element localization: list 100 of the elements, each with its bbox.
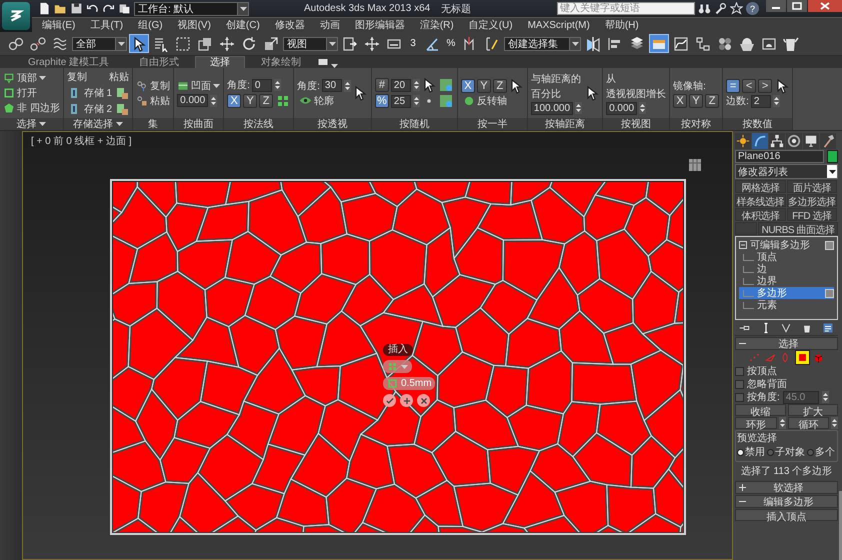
paste-icon[interactable] xyxy=(136,94,148,106)
stack-item[interactable]: 可编辑多边形 xyxy=(750,238,822,252)
number-field[interactable]: 30 xyxy=(322,79,342,92)
modifier-button[interactable]: FFD 选择 xyxy=(786,208,837,221)
wrench-icon[interactable] xyxy=(714,2,727,15)
pick-button[interactable] xyxy=(352,86,368,100)
modifier-button[interactable]: 多边形选择 xyxy=(786,194,837,207)
viewport[interactable]: [ + 0 前 0 线框 + 边面 ] 插入 0.5mm xyxy=(22,131,733,560)
random-mode-button[interactable]: # xyxy=(374,78,389,92)
number-field[interactable]: 0.000 xyxy=(177,94,208,107)
star-icon[interactable] xyxy=(730,2,743,15)
menu-item[interactable]: MAXScript(M) xyxy=(528,20,590,30)
radio-button[interactable] xyxy=(807,448,814,456)
pentagon-icon[interactable] xyxy=(3,102,15,114)
selection-filter-dropdown[interactable]: 全部 xyxy=(72,36,127,50)
ribbon-tab[interactable]: Graphite 建模工具 xyxy=(14,57,124,68)
ribbon-command[interactable]: 复制 xyxy=(150,78,170,92)
workspace-dropdown[interactable]: 工作台: 默认 xyxy=(134,2,249,16)
number-field[interactable]: 20 xyxy=(390,78,411,92)
help-button[interactable]: ? xyxy=(746,2,759,15)
spinner-icon[interactable] xyxy=(412,79,420,91)
grid-button[interactable] xyxy=(275,93,290,108)
group-label[interactable]: 按对称 xyxy=(681,117,712,131)
copy-icon[interactable] xyxy=(136,80,148,92)
number-field[interactable]: 2 xyxy=(750,94,771,108)
modifier-button[interactable]: 面片选择 xyxy=(786,180,837,193)
spinner-icon[interactable] xyxy=(778,417,786,429)
number-field[interactable]: 0.000 xyxy=(606,102,638,114)
spinner-icon[interactable] xyxy=(274,79,281,91)
collapse-icon[interactable] xyxy=(739,241,747,249)
select-button[interactable] xyxy=(129,34,149,53)
insert-vertex-button[interactable]: 插入顶点 xyxy=(735,509,838,521)
spinner-icon[interactable] xyxy=(822,391,829,403)
manipulate-button[interactable] xyxy=(362,34,382,53)
spinner-icon[interactable] xyxy=(575,102,582,114)
new-file-icon[interactable] xyxy=(38,2,51,15)
panel-button[interactable]: 环形 xyxy=(735,417,776,429)
named-selection-dropdown[interactable]: 创建选择集 xyxy=(504,36,581,50)
radio-button[interactable] xyxy=(737,448,744,456)
group-label[interactable]: 按随机 xyxy=(399,117,430,131)
group-label[interactable]: 按轴距离 xyxy=(544,117,585,131)
command-tab[interactable] xyxy=(820,133,836,149)
panel-button[interactable]: 收缩 xyxy=(735,404,786,416)
command-tab[interactable] xyxy=(786,133,802,149)
random-select-button[interactable] xyxy=(438,78,454,92)
axis-button[interactable]: X xyxy=(673,94,688,108)
group-label[interactable]: 集 xyxy=(148,117,158,131)
menu-item[interactable]: 修改器 xyxy=(274,18,305,32)
stack-subitem[interactable]: 边 xyxy=(739,263,834,275)
panel-button[interactable]: 循环 xyxy=(788,417,829,429)
menu-item[interactable]: 自定义(U) xyxy=(468,18,513,32)
checkbox[interactable] xyxy=(735,380,744,388)
project-icon[interactable] xyxy=(118,2,131,15)
ribbon-tab[interactable]: 选择 xyxy=(195,56,246,68)
command-tab[interactable] xyxy=(735,133,751,149)
number-field[interactable]: 100.000 xyxy=(530,102,574,114)
pick-button[interactable] xyxy=(422,78,437,92)
group-label[interactable]: 选择 xyxy=(16,117,36,131)
save-icon[interactable] xyxy=(70,2,83,15)
compare-button[interactable]: < xyxy=(742,78,756,92)
subobject-button[interactable] xyxy=(796,351,809,364)
command-tab[interactable] xyxy=(769,133,785,149)
group-label[interactable]: 按透视 xyxy=(318,117,348,131)
outline-checkbox[interactable]: 轮廓 xyxy=(297,94,351,108)
axis-button[interactable]: Z xyxy=(492,78,507,92)
binoculars-icon[interactable] xyxy=(698,2,711,15)
stack-subitem[interactable]: 多边形 xyxy=(739,287,834,299)
group-label[interactable]: 按法线 xyxy=(244,117,274,131)
rollout-header[interactable]: 选择 xyxy=(735,337,838,350)
ribbon-command[interactable]: 非 四边形 xyxy=(17,101,60,115)
stack-subitem[interactable]: 边界 xyxy=(739,275,834,287)
modifier-button[interactable]: 样条线选择 xyxy=(735,194,786,207)
ribbon-command[interactable]: 粘贴 xyxy=(150,94,170,108)
configure-icon[interactable] xyxy=(822,322,834,334)
ribbon-toggle-button[interactable] xyxy=(649,34,669,53)
percent-snap-button[interactable]: % xyxy=(444,34,458,53)
axis-button[interactable]: Y xyxy=(689,94,704,108)
compare-button[interactable]: > xyxy=(758,78,772,92)
modifier-button[interactable]: NURBS 曲面选择 xyxy=(758,222,838,235)
modifier-list-dropdown[interactable]: 修改器列表 xyxy=(735,164,838,179)
move-button[interactable] xyxy=(217,34,237,53)
spinner-icon[interactable] xyxy=(412,95,420,107)
stack-subitem[interactable]: 元素 xyxy=(739,299,834,311)
light-bulb-icon[interactable] xyxy=(825,240,834,250)
subobject-button[interactable] xyxy=(812,351,825,364)
panel-button[interactable]: 扩大 xyxy=(788,404,838,416)
command-tab[interactable] xyxy=(803,133,819,149)
menu-item[interactable]: 视图(V) xyxy=(178,18,211,32)
group-label[interactable]: 按数值 xyxy=(742,117,773,131)
maximize-button[interactable] xyxy=(787,0,807,12)
viewcube-icon[interactable] xyxy=(687,157,703,173)
spinner-icon[interactable] xyxy=(639,102,646,114)
paste-store-button[interactable] xyxy=(114,101,130,116)
group-label[interactable]: 按视图 xyxy=(621,117,652,131)
flip-axis-checkbox[interactable]: 反转轴 xyxy=(460,94,524,108)
undo-icon[interactable] xyxy=(86,2,99,15)
menu-item[interactable]: 组(G) xyxy=(138,18,163,32)
number-field[interactable]: 25 xyxy=(390,94,411,108)
rollout-header[interactable]: 软选择 xyxy=(735,481,838,494)
app-logo-button[interactable] xyxy=(2,2,30,30)
